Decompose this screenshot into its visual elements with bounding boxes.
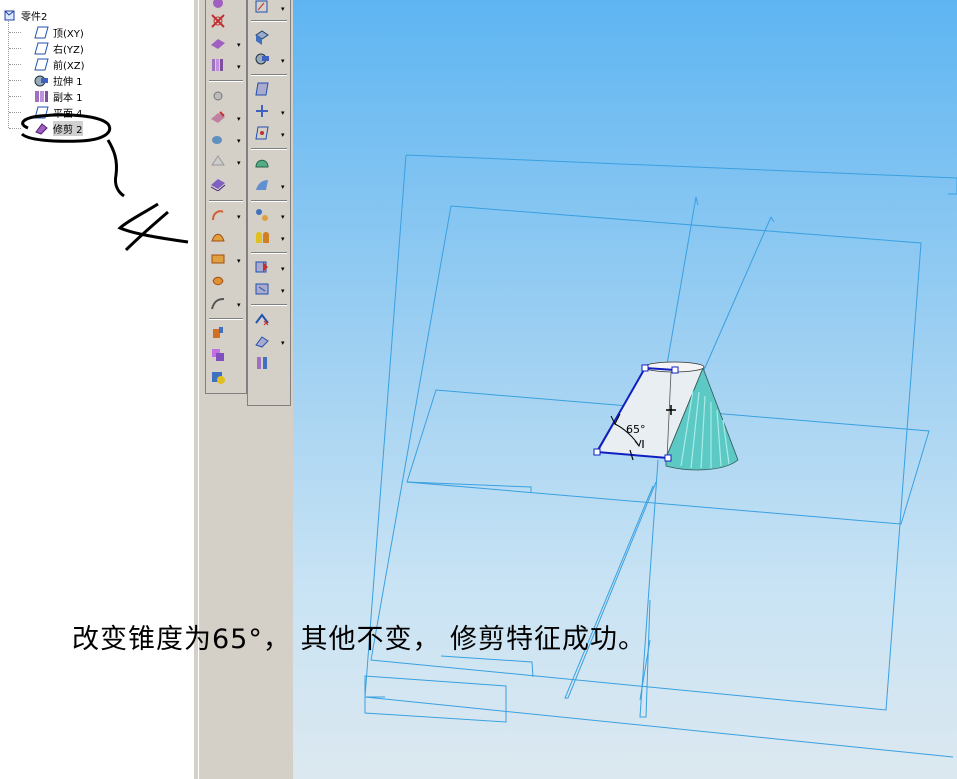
revolve-tool-icon[interactable] [253,50,271,68]
project-tool-icon[interactable] [253,280,271,298]
copy-tool-icon[interactable] [209,56,227,74]
handwritten-annotation [20,113,189,252]
thicken-tool-icon[interactable] [209,174,227,192]
trim-tool-icon[interactable] [209,34,227,52]
sketch-tool-icon[interactable] [253,0,271,16]
scene: 65° [364,154,957,758]
sweep-tool-icon[interactable] [209,206,227,224]
split-tool-icon[interactable] [253,228,271,246]
3d-viewport[interactable]: 65° [293,0,957,779]
wrap-tool-icon[interactable] [253,332,271,350]
feature-toolbar: ▾ ▾ ▾ ▾ ▾ ▾ ▾ ▾ [205,0,247,394]
spiral-tool-icon[interactable] [209,272,227,290]
feature-tool-icon[interactable] [209,0,227,12]
fillet-tool-icon[interactable] [209,130,227,148]
surface-tool-icon[interactable] [253,176,271,194]
plane-tool-icon[interactable] [253,80,271,98]
blend-tool-icon[interactable] [209,228,227,246]
curve-tool-icon[interactable] [209,294,227,312]
mirror-tool-icon[interactable] [253,258,271,276]
caption-text: 改变锥度为65°， 其他不变， 修剪特征成功。 [72,624,647,655]
attach-tool-icon[interactable] [209,368,227,386]
mesh-tool-icon[interactable] [253,206,271,224]
draft-tool-icon[interactable] [209,152,227,170]
transform-tool-icon[interactable] [253,310,271,328]
box-tool-icon[interactable] [253,28,271,46]
dome-tool-icon[interactable] [253,154,271,172]
warp-tool-icon[interactable] [209,250,227,268]
align-tool-icon[interactable] [253,354,271,372]
body-tool-icon[interactable] [209,324,227,342]
angle-dimension-label: 65° [626,423,646,436]
pattern-tool-icon[interactable] [209,12,227,30]
axis-tool-icon[interactable] [253,102,271,120]
shell-tool-icon[interactable] [209,108,227,126]
point-tool-icon[interactable] [253,124,271,142]
boolean-tool-icon[interactable] [209,346,227,364]
feature-tree: 零件2 顶(XY) 右(YZ) 前(XZ) 拉伸 1 副本 1 平面 4 修剪 … [0,0,194,779]
cone-model: 65° [593,361,739,471]
surface-toolbar: ▾ ▾ ▾ ▾ ▾ ▾ ▾ ▾ ▾ ▾ [247,0,291,406]
hole-tool-icon[interactable] [209,86,227,104]
